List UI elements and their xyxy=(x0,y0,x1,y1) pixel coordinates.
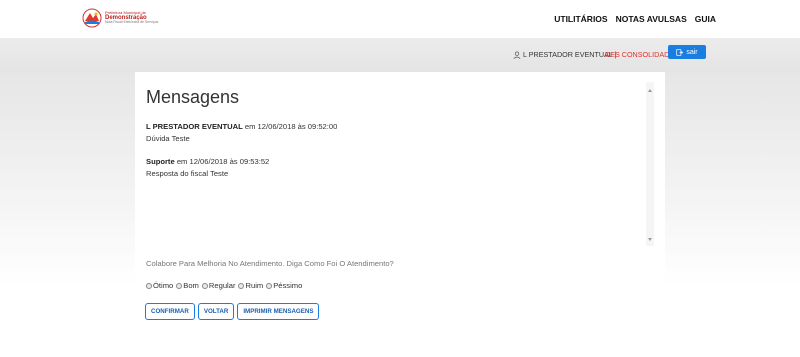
message-meta: em 12/06/2018 às 09:53:52 xyxy=(174,157,270,166)
radio-icon[interactable] xyxy=(266,282,273,289)
message-item: Suporte em 12/06/2018 às 09:53:52 Respos… xyxy=(146,156,269,179)
user-info: L PRESTADOR EVENTUAL | xyxy=(513,50,616,59)
message-meta: em 12/06/2018 às 09:52:00 xyxy=(242,122,338,131)
logout-button[interactable]: sair xyxy=(668,45,706,59)
confirm-button[interactable]: CONFIRMAR xyxy=(145,303,195,320)
back-button[interactable]: VOLTAR xyxy=(197,303,235,320)
rating-regular[interactable]: Regular xyxy=(201,281,236,290)
rating-pessimo[interactable]: Péssimo xyxy=(266,281,302,290)
logout-icon xyxy=(676,48,684,56)
nav-notas-avulsas[interactable]: NOTAS AVULSAS xyxy=(616,14,687,24)
nav-utilitarios[interactable]: UTILITÁRIOS xyxy=(554,14,607,24)
rating-label: Ruim xyxy=(245,281,264,290)
rating-label: Bom xyxy=(183,281,199,290)
action-buttons: CONFIRMAR VOLTAR IMPRIMIR MENSAGENS xyxy=(145,303,320,320)
logo-icon xyxy=(82,8,102,28)
logo-text: Prefeitura Municipal de Demonstração Not… xyxy=(105,11,158,25)
radio-icon[interactable] xyxy=(238,282,245,289)
rating-ruim[interactable]: Ruim xyxy=(238,281,263,290)
main-nav: UTILITÁRIOS NOTAS AVULSAS GUIA xyxy=(554,14,716,24)
logout-label: sair xyxy=(686,48,698,56)
rating-label: Péssimo xyxy=(273,281,303,290)
radio-icon[interactable] xyxy=(176,282,183,289)
user-icon xyxy=(513,51,521,59)
messages-scrollbar[interactable] xyxy=(646,82,654,246)
logo[interactable]: Prefeitura Municipal de Demonstração Not… xyxy=(82,6,164,30)
status-badge: DES CONSOLIDADA xyxy=(605,50,675,59)
message-author: L PRESTADOR EVENTUAL xyxy=(146,122,243,131)
rating-options: Ótimo Bom Regular Ruim Péssimo xyxy=(146,281,302,290)
rating-otimo[interactable]: Ótimo xyxy=(146,281,173,290)
rating-question: Colabore Para Melhoria No Atendimento. D… xyxy=(146,259,394,268)
rating-label: Ótimo xyxy=(153,281,174,290)
page-title: Mensagens xyxy=(146,87,240,107)
rating-label: Regular xyxy=(208,281,236,290)
messages-card: Mensagens L PRESTADOR EVENTUAL em 12/06/… xyxy=(135,72,665,357)
message-text: Resposta do fiscal Teste xyxy=(146,168,229,178)
radio-icon[interactable] xyxy=(146,282,152,289)
nav-guia[interactable]: GUIA xyxy=(695,14,716,24)
rating-bom[interactable]: Bom xyxy=(176,281,199,290)
radio-icon[interactable] xyxy=(201,282,208,289)
logo-line3: Nota Fiscal Eletrônica de Serviços xyxy=(105,20,159,25)
message-item: L PRESTADOR EVENTUAL em 12/06/2018 às 09… xyxy=(146,121,337,144)
scroll-down-icon[interactable] xyxy=(648,238,652,241)
print-messages-button[interactable]: IMPRIMIR MENSAGENS xyxy=(237,303,320,320)
scroll-up-icon[interactable] xyxy=(648,89,652,92)
message-author: Suporte xyxy=(146,157,175,166)
user-name: L PRESTADOR EVENTUAL | xyxy=(523,50,617,59)
message-text: Dúvida Teste xyxy=(146,133,190,143)
top-header: Prefeitura Municipal de Demonstração Not… xyxy=(0,0,800,38)
